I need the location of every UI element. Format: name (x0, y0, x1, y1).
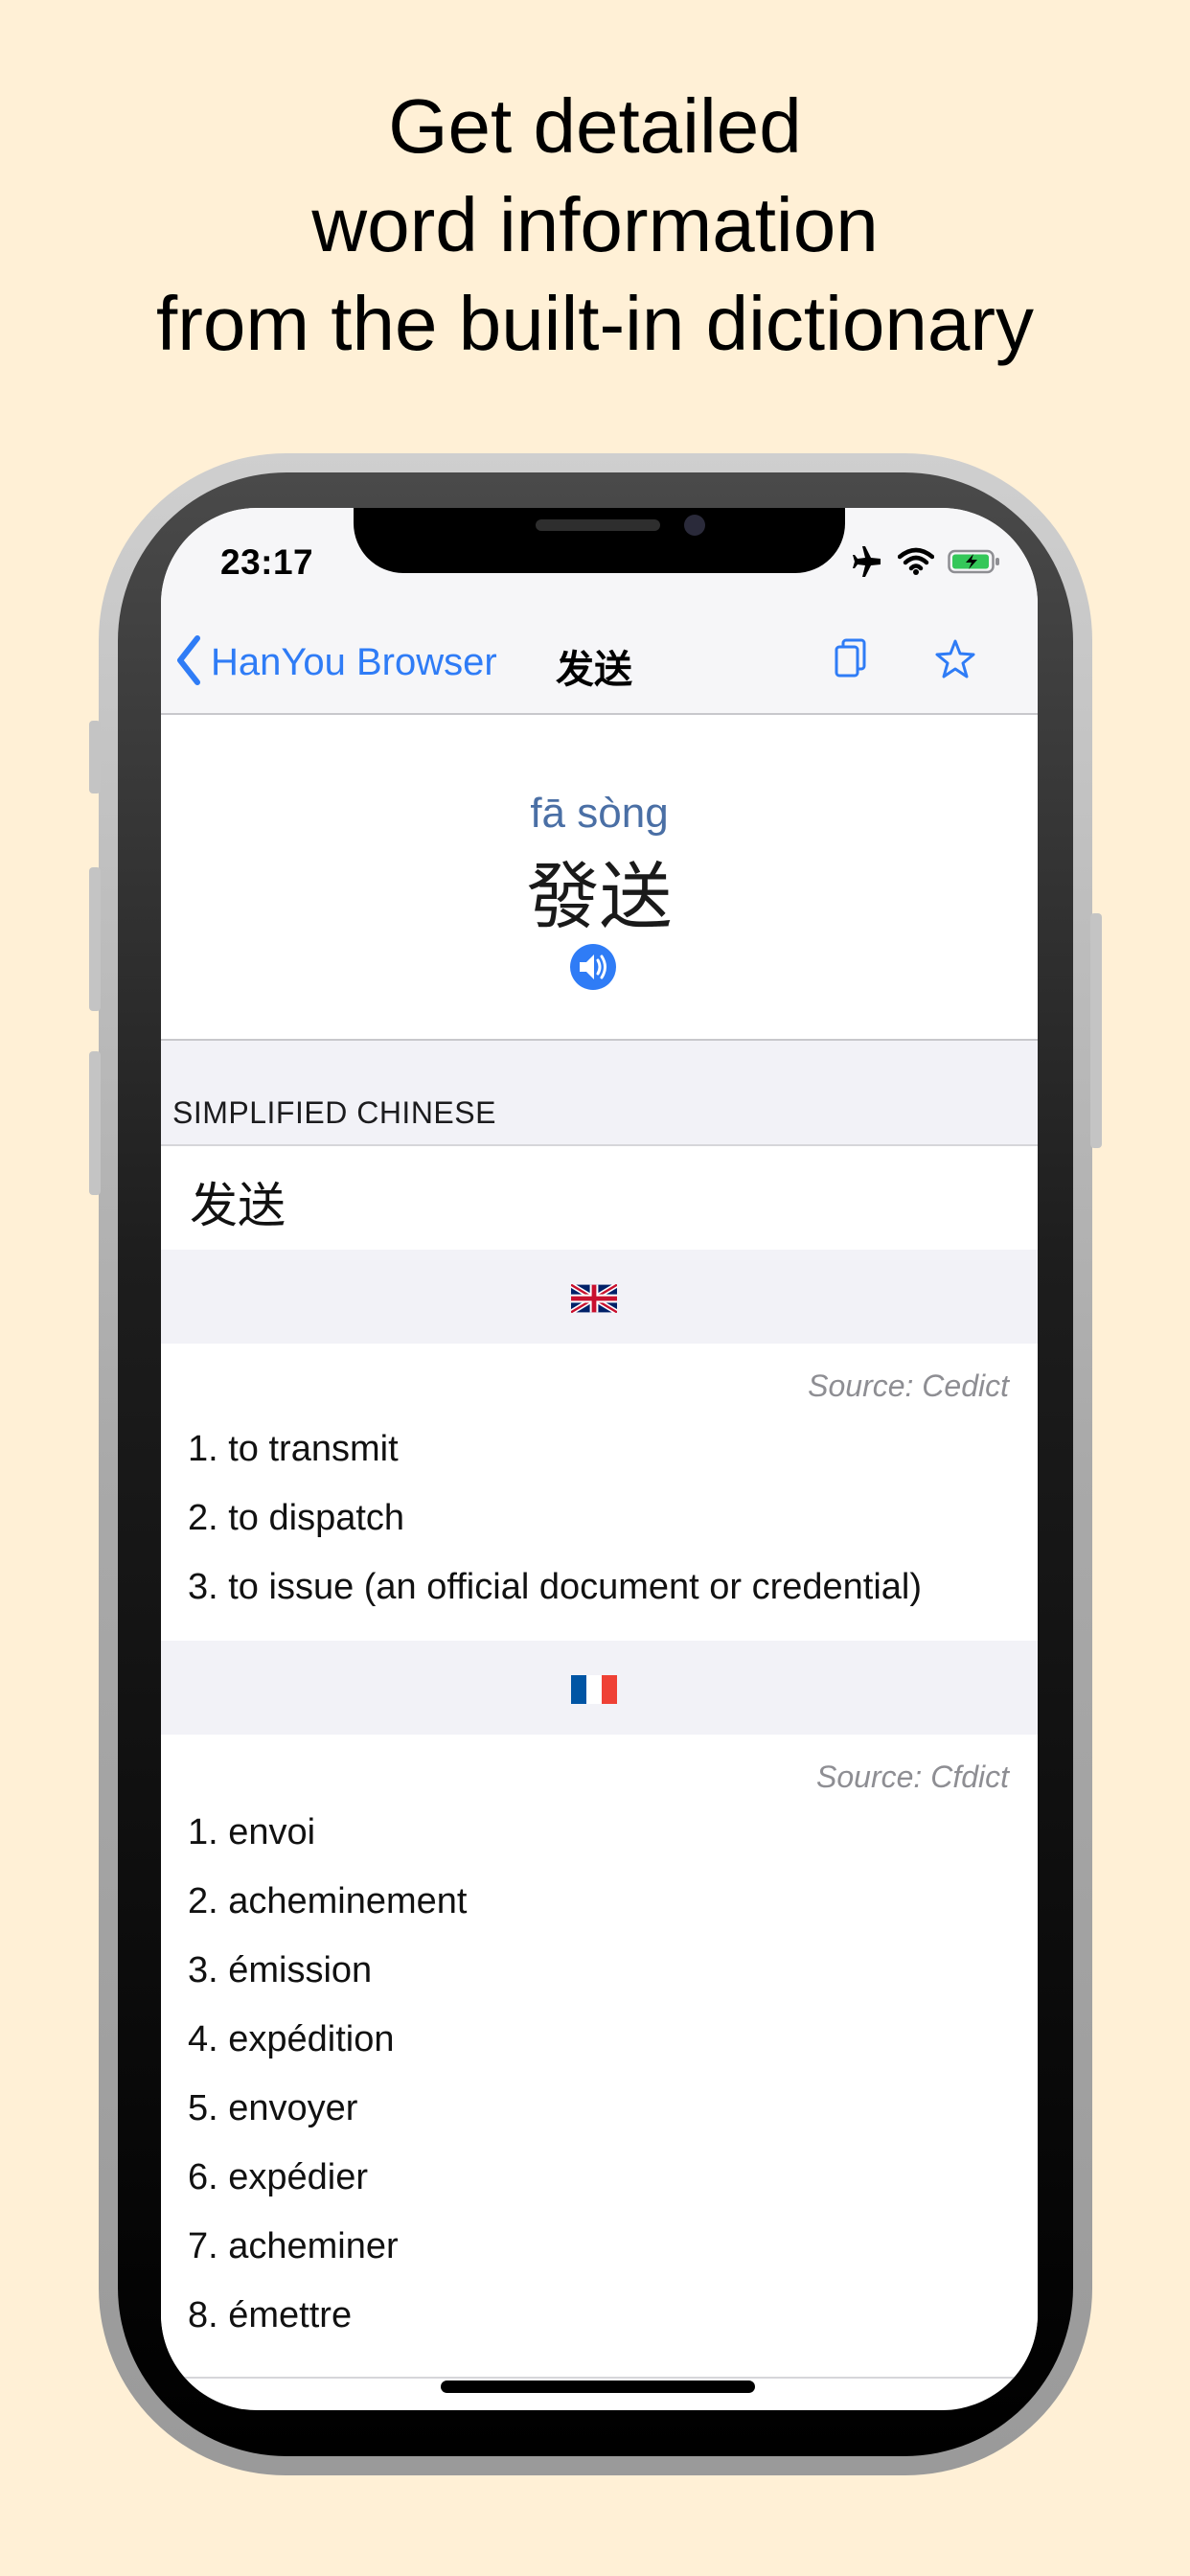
nav-title: 发送 (556, 649, 632, 691)
copy-icon[interactable] (832, 636, 870, 687)
list-item: 1. envoi (188, 1812, 316, 1852)
divider (161, 2377, 1038, 2379)
word-header: fā sòng 發送 (161, 715, 1038, 1041)
airplane-icon (850, 546, 884, 582)
french-source: Source: Cfdict (816, 1760, 1009, 1794)
list-item: 2. acheminement (188, 1881, 468, 1921)
phone-mute-switch (89, 721, 101, 794)
french-section-header (161, 1641, 1038, 1735)
list-item: 3. émission (188, 1950, 373, 1990)
list-item: 7. acheminer (188, 2226, 399, 2266)
home-indicator[interactable] (441, 2380, 755, 2393)
list-item: 2. to dispatch (188, 1498, 405, 1538)
status-time: 23:17 (220, 542, 314, 582)
list-item: 6. expédier (188, 2157, 369, 2197)
simplified-word: 发送 (190, 1179, 286, 1232)
english-section-header (161, 1250, 1038, 1344)
french-definition-list: 1. envoi 2. acheminement 3. émission 4. … (188, 1798, 468, 2350)
phone-volume-up (89, 867, 101, 1011)
speaker-icon[interactable] (569, 943, 617, 991)
pinyin: fā sòng (530, 790, 669, 837)
phone-volume-down (89, 1051, 101, 1195)
english-definitions-block: Source: Cedict 1. to transmit 2. to disp… (161, 1344, 1038, 1631)
simplified-header-label: SIMPLIFIED CHINESE (172, 1095, 496, 1130)
star-icon[interactable] (933, 636, 977, 687)
simplified-row: 发送 (161, 1144, 1038, 1250)
uk-flag-icon (569, 1282, 619, 1318)
list-item: 8. émettre (188, 2295, 353, 2335)
phone-screen: 23:17 HanYou Browser 发送 fā sòng 發送 SIMPL… (161, 508, 1038, 2410)
headline-line-3: from the built-in dictionary (156, 281, 1034, 366)
wifi-icon (897, 547, 935, 581)
navigation-bar: HanYou Browser 发送 (161, 613, 1038, 715)
french-definitions-block: Source: Cfdict 1. envoi 2. acheminement … (161, 1735, 1038, 2377)
earpiece (536, 519, 660, 531)
headline-line-2: word information (311, 182, 879, 267)
chevron-left-icon (174, 634, 203, 691)
traditional-word: 發送 (526, 857, 673, 938)
promo-headline: Get detailed word information from the b… (0, 77, 1190, 373)
france-flag-icon (571, 1675, 617, 1709)
list-item: 1. to transmit (188, 1429, 399, 1469)
back-button[interactable]: HanYou Browser (174, 634, 497, 691)
headline-line-1: Get detailed (388, 83, 802, 169)
list-item: 5. envoyer (188, 2088, 358, 2128)
simplified-section-header: SIMPLIFIED CHINESE (161, 1041, 1038, 1144)
phone-power-button (1090, 913, 1102, 1148)
list-item: 4. expédition (188, 2019, 395, 2059)
front-camera (684, 515, 705, 536)
notch (354, 508, 845, 573)
english-definition-list: 1. to transmit 2. to dispatch 3. to issu… (188, 1414, 922, 1622)
back-button-label: HanYou Browser (211, 641, 497, 683)
status-icons (850, 546, 1001, 582)
list-item: 3. to issue (an official document or cre… (188, 1567, 923, 1607)
english-source: Source: Cedict (808, 1368, 1009, 1403)
battery-charging-icon (948, 548, 1001, 580)
